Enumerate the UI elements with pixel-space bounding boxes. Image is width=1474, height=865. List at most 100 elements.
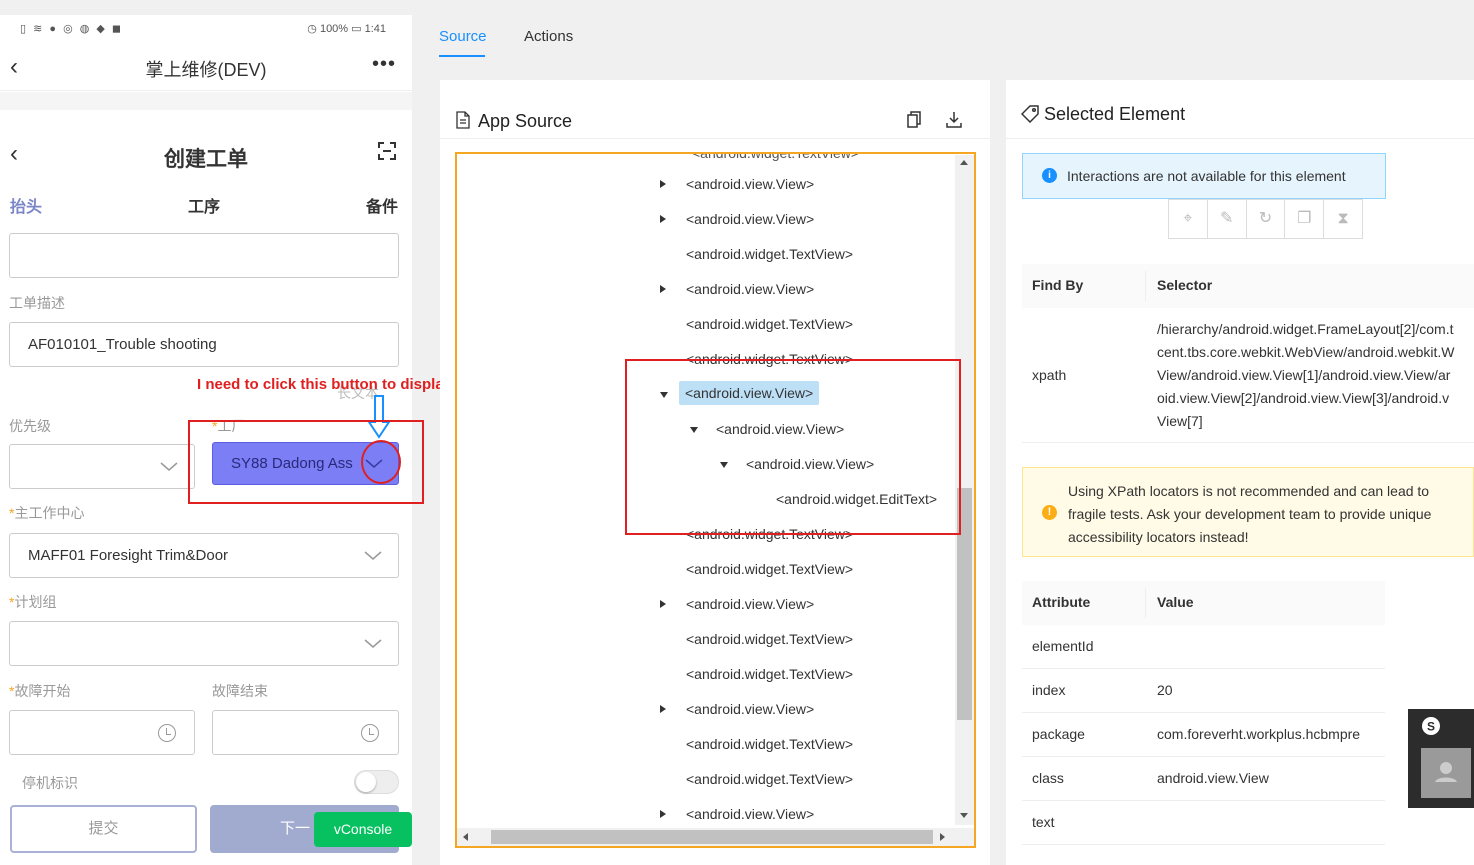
clock-icon [158, 724, 176, 742]
selector-line: oid.view.View[2]/android.view.View[3]/an… [1157, 390, 1450, 406]
info-alert: Interactions are not available for this … [1022, 153, 1386, 199]
find-by-header: Find By [1032, 277, 1084, 293]
expand-arrow-icon[interactable] [660, 600, 666, 608]
tree-node[interactable]: <android.widget.TextView> [686, 666, 853, 682]
file-icon [456, 111, 470, 129]
value-header: Value [1157, 594, 1194, 610]
active-tab-indicator [439, 55, 485, 57]
status-bar: ▯ ≋ ● ◎ ◍ ◆ ◼ ◷ 100% ▭ 1:41 [0, 15, 412, 43]
selector-line: /hierarchy/android.widget.FrameLayout[2]… [1157, 321, 1454, 337]
tree-node[interactable]: <android.widget.TextView> [686, 771, 853, 787]
download-icon[interactable] [946, 111, 962, 129]
warning-line: accessibility locators instead! [1068, 529, 1249, 545]
expand-arrow-icon[interactable] [660, 180, 666, 188]
selector-line: cent.tbs.core.webkit.WebView/android.web… [1157, 344, 1455, 360]
priority-label: 优先级 [9, 418, 51, 434]
tree-node[interactable]: <android.view.View> [686, 211, 814, 227]
top-input[interactable] [9, 233, 399, 278]
tab-parts[interactable]: 备件 [366, 193, 398, 217]
scroll-up-icon[interactable] [960, 160, 968, 165]
fault-start-input[interactable] [9, 710, 195, 755]
column-divider [1145, 588, 1146, 618]
fullscreen-icon[interactable] [378, 142, 396, 160]
expand-arrow-icon[interactable] [660, 215, 666, 223]
downtime-toggle[interactable] [354, 770, 399, 794]
chevron-down-icon [160, 462, 178, 471]
copy-icon[interactable] [906, 111, 922, 129]
status-icons: ▯ ≋ ● ◎ ◍ ◆ ◼ [20, 23, 124, 35]
attribute-header: Attribute [1032, 594, 1091, 610]
tree-node[interactable]: <android.view.View> [686, 281, 814, 297]
tree-node[interactable]: <android.widget.TextView> [686, 246, 853, 262]
timing-icon[interactable]: ⧗ [1324, 200, 1362, 238]
tree-node[interactable]: <android.widget.TextView> [686, 631, 853, 647]
attribute-name: package [1032, 726, 1085, 742]
expand-arrow-icon[interactable] [660, 705, 666, 713]
desc-label: 工单描述 [9, 295, 65, 311]
warning-line: Using XPath locators is not recommended … [1068, 483, 1430, 499]
scroll-left-icon[interactable] [463, 833, 468, 841]
find-by-value: xpath [1032, 367, 1067, 383]
tree-node[interactable]: <android.widget.TextView> [686, 736, 853, 752]
work-center-label: *主工作中心 [9, 505, 85, 521]
info-icon: i [1042, 168, 1057, 183]
row-divider [1022, 844, 1385, 845]
tree-node[interactable]: <android.view.View> [686, 596, 814, 612]
fault-start-label: *故障开始 [9, 683, 71, 699]
row-divider [1022, 712, 1385, 713]
attribute-value: android.view.View [1157, 770, 1269, 786]
tap-icon[interactable]: ⌖ [1169, 200, 1208, 238]
tree-node[interactable]: <android.widget.TextView> [686, 316, 853, 332]
clock-icon [361, 724, 379, 742]
tab-source[interactable]: Source [439, 28, 487, 45]
app-bar: ‹ 掌上维修(DEV) ••• [0, 43, 412, 91]
tab-operation[interactable]: 工序 [188, 193, 220, 217]
send-keys-icon[interactable]: ✎ [1208, 200, 1247, 238]
desc-value: AF010101_Trouble shooting [28, 336, 217, 353]
attribute-name: class [1032, 770, 1064, 786]
work-center-select[interactable]: MAFF01 Foresight Trim&Door [9, 533, 399, 578]
attribute-name: text [1032, 814, 1055, 830]
vconsole-button[interactable]: vConsole [314, 812, 412, 847]
avatar-icon[interactable] [1421, 748, 1471, 798]
warning-icon: ! [1042, 505, 1057, 520]
tab-actions[interactable]: Actions [524, 28, 573, 45]
tree-horizontal-scroll-thumb[interactable] [491, 830, 933, 844]
tab-header[interactable]: 抬头 [10, 193, 42, 217]
more-icon[interactable]: ••• [372, 53, 396, 76]
plan-group-select[interactable] [9, 621, 399, 666]
chevron-down-icon [364, 639, 382, 648]
selector-table-header: Find By Selector [1022, 264, 1474, 308]
element-action-buttons: ⌖ ✎ ↻ ❐ ⧗ [1168, 199, 1363, 239]
tree-node[interactable]: <android.widget.TextView> [686, 561, 853, 577]
attribute-name: index [1032, 682, 1066, 698]
fault-end-input[interactable] [212, 710, 399, 755]
copy-attributes-icon[interactable]: ❐ [1285, 200, 1325, 238]
tree-node[interactable]: <android.view.View> [686, 701, 814, 717]
downtime-label: 停机标识 [22, 775, 78, 791]
attribute-name: elementId [1032, 638, 1094, 654]
priority-select[interactable] [9, 444, 195, 489]
row-divider [1022, 800, 1385, 801]
expand-arrow-icon[interactable] [660, 810, 666, 818]
scroll-down-icon[interactable] [960, 813, 968, 818]
page-title: 创建工单 [164, 148, 248, 171]
tree-node[interactable]: <android.view.View> [686, 176, 814, 192]
desc-input[interactable]: AF010101_Trouble shooting [9, 322, 399, 367]
submit-button[interactable]: 提交 [10, 805, 197, 853]
warning-line: fragile tests. Ask your development team… [1068, 506, 1432, 522]
selector-line: View/android.view.View[1]/android.view.V… [1157, 367, 1451, 383]
plan-group-label: *计划组 [9, 594, 57, 610]
row-divider [1022, 442, 1474, 443]
tree-node[interactable]: <android.view.View> [686, 806, 814, 822]
xpath-warning: Using XPath locators is not recommended … [1022, 467, 1474, 557]
clear-icon[interactable]: ↻ [1247, 200, 1286, 238]
tree-node-partial[interactable]: <android.widget.TextView> [692, 154, 859, 161]
chevron-down-icon [364, 551, 382, 560]
expand-arrow-icon[interactable] [660, 285, 666, 293]
divider-band [0, 92, 412, 110]
row-divider [1022, 756, 1385, 757]
fault-end-label: 故障结束 [212, 683, 268, 699]
skype-icon[interactable]: S [1421, 716, 1441, 736]
scroll-right-icon[interactable] [940, 833, 945, 841]
